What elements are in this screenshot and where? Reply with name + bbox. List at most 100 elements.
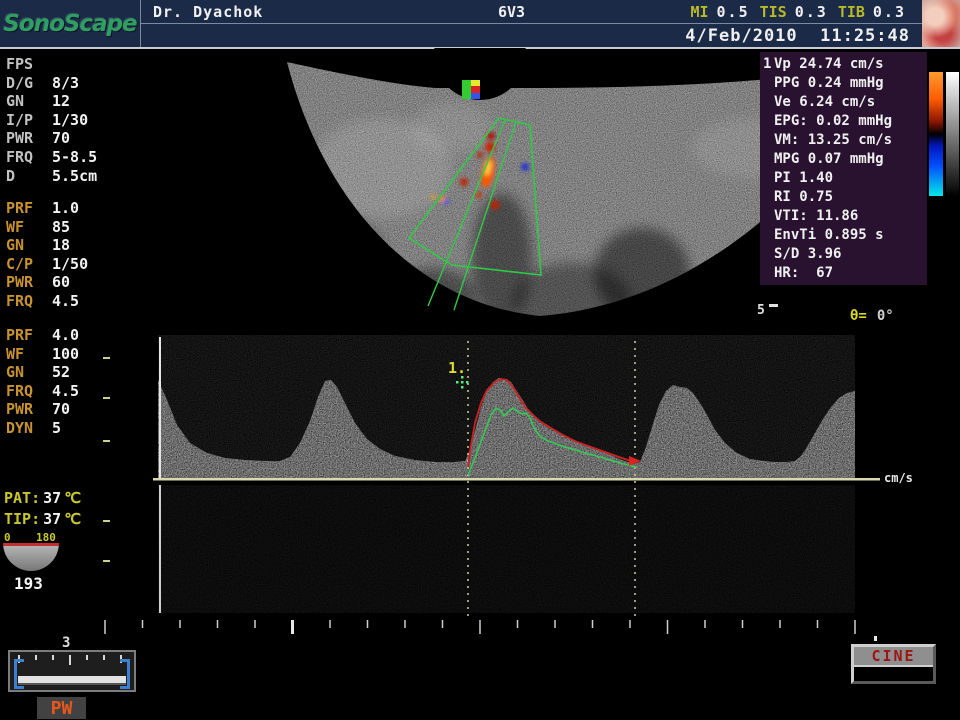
measurement-row: PPG 0.24 mmHg (774, 74, 927, 93)
cine-step-label: 3 (62, 635, 70, 651)
cine-scrollbar[interactable] (8, 650, 136, 692)
param-label: DYN (6, 419, 52, 438)
cine-button[interactable]: CINE (851, 644, 936, 684)
param-label: D (6, 167, 52, 186)
topbar-row1: Dr. Dyachok 6V3 MI0.5 TIS0.3 TIB0.3 (141, 0, 922, 23)
measurement-row: RI 0.75 (774, 188, 927, 207)
below-baseline-noise (158, 485, 855, 613)
topbar-horizontal-divider (141, 23, 922, 24)
param-row: I/P1/30 (6, 111, 136, 130)
param-label: WF (6, 218, 52, 237)
param-row: C/P1/50 (6, 255, 136, 274)
param-row: FRQ4.5 (6, 292, 136, 311)
param-value: 85 (52, 218, 70, 236)
theta-value: 0° (877, 308, 894, 324)
param-label: PRF (6, 199, 52, 218)
tib-label: TIB (838, 3, 865, 21)
param-value: 1/30 (52, 111, 88, 129)
param-row: PWR60 (6, 273, 136, 292)
orientation-marker-icon (462, 80, 480, 99)
param-value: 70 (52, 129, 70, 147)
param-value: 5-8.5 (52, 148, 97, 166)
measurement-row: Vp 24.74 cm/s (774, 55, 927, 74)
param-value: 52 (52, 363, 70, 381)
doppler-baseline (153, 478, 880, 481)
param-row: GN12 (6, 92, 136, 111)
param-value: 5.5cm (52, 167, 97, 185)
param-value: 12 (52, 92, 70, 110)
logo-cell: SonoScape (0, 0, 140, 47)
measurement-row: EnvTi 0.895 s (774, 226, 927, 245)
param-label: PRF (6, 326, 52, 345)
param-label: D/G (6, 74, 52, 93)
param-label: I/P (6, 111, 52, 130)
tip-value: 37 (43, 510, 61, 528)
param-value: 4.5 (52, 292, 79, 310)
pat-label: PAT: (4, 489, 40, 507)
measurement-row: Ve 6.24 cm/s (774, 93, 927, 112)
sweep-line-upper (159, 337, 161, 478)
probe-model: 6V3 (498, 3, 525, 21)
measurement-marker: 1 (763, 55, 771, 74)
pw-mode-badge[interactable]: PW (37, 697, 86, 719)
param-value: 1.0 (52, 199, 79, 217)
topbar-row2: 4/Feb/2010 11:25:48 (141, 24, 922, 47)
param-label: FRQ (6, 148, 52, 167)
measurement-row: EPG: 0.02 mmHg (774, 112, 927, 131)
depth-marker: 5 (757, 303, 778, 318)
cine-tick-icon (874, 636, 877, 641)
mi-label: MI (690, 3, 708, 21)
velocity-unit-label: cm/s (884, 471, 913, 485)
param-value: 70 (52, 400, 70, 418)
param-label: FRQ (6, 292, 52, 311)
acoustic-indices: MI0.5 TIS0.3 TIB0.3 (690, 3, 906, 21)
cine-button-label: CINE (854, 647, 933, 667)
color-mode-params: PRF1.0 WF85 GN18 C/P1/50 PWR60 FRQ4.5 (6, 199, 136, 311)
velocity-scale-ticks (103, 357, 110, 562)
tis-value: 0.3 (795, 3, 828, 21)
param-row: PRF1.0 (6, 199, 136, 218)
param-label: PWR (6, 129, 52, 148)
pat-value: 37 (43, 489, 61, 507)
measurement-row: HR: 67 (774, 264, 927, 283)
pat-unit: ℃ (64, 489, 81, 507)
measurement-row: PI 1.40 (774, 169, 927, 188)
param-value: 4.5 (52, 382, 79, 400)
brand-logo: SonoScape (3, 11, 136, 37)
param-row: PWR70 (6, 129, 136, 148)
measurement-row: VM: 13.25 cm/s (774, 131, 927, 150)
param-row: FPS (6, 55, 136, 74)
param-label: PWR (6, 273, 52, 292)
tis-label: TIS (760, 3, 787, 21)
param-value: 60 (52, 273, 70, 291)
probe-angle-gauge (3, 543, 59, 571)
gate-number-label: 1. (448, 359, 466, 377)
param-value: 4.0 (52, 326, 79, 344)
frame-counter: 193 (14, 574, 43, 593)
measurement-row: MPG 0.07 mmHg (774, 150, 927, 169)
b-mode-params: FPS D/G8/3 GN12 I/P1/30 PWR70 FRQ5-8.5 D… (6, 55, 136, 185)
time-scale-ticks (105, 620, 855, 634)
scrollbar-thumb[interactable] (18, 676, 126, 685)
param-row: FRQ5-8.5 (6, 148, 136, 167)
angle-readout: θ=0° (850, 308, 894, 324)
param-label: FPS (6, 55, 52, 74)
sweep-line-lower (159, 485, 161, 613)
param-label: GN (6, 363, 52, 382)
param-value: 8/3 (52, 74, 79, 92)
param-label: FRQ (6, 382, 52, 401)
param-label: C/P (6, 255, 52, 274)
param-value: 5 (52, 419, 61, 437)
grayscale-bar (946, 72, 959, 196)
param-value: 1/50 (52, 255, 88, 273)
datetime: 4/Feb/2010 11:25:48 (685, 26, 910, 46)
param-row: GN18 (6, 236, 136, 255)
logo-thumbnail-image (922, 0, 960, 47)
param-value: 100 (52, 345, 79, 363)
param-row: D/G8/3 (6, 74, 136, 93)
param-row: D5.5cm (6, 167, 136, 186)
measurement-results-panel: 1 Vp 24.74 cm/s PPG 0.24 mmHg Ve 6.24 cm… (760, 52, 927, 285)
param-value: 18 (52, 236, 70, 254)
doppler-colorbar (929, 72, 943, 196)
patient-temp-row: PAT:37℃ (4, 489, 124, 507)
